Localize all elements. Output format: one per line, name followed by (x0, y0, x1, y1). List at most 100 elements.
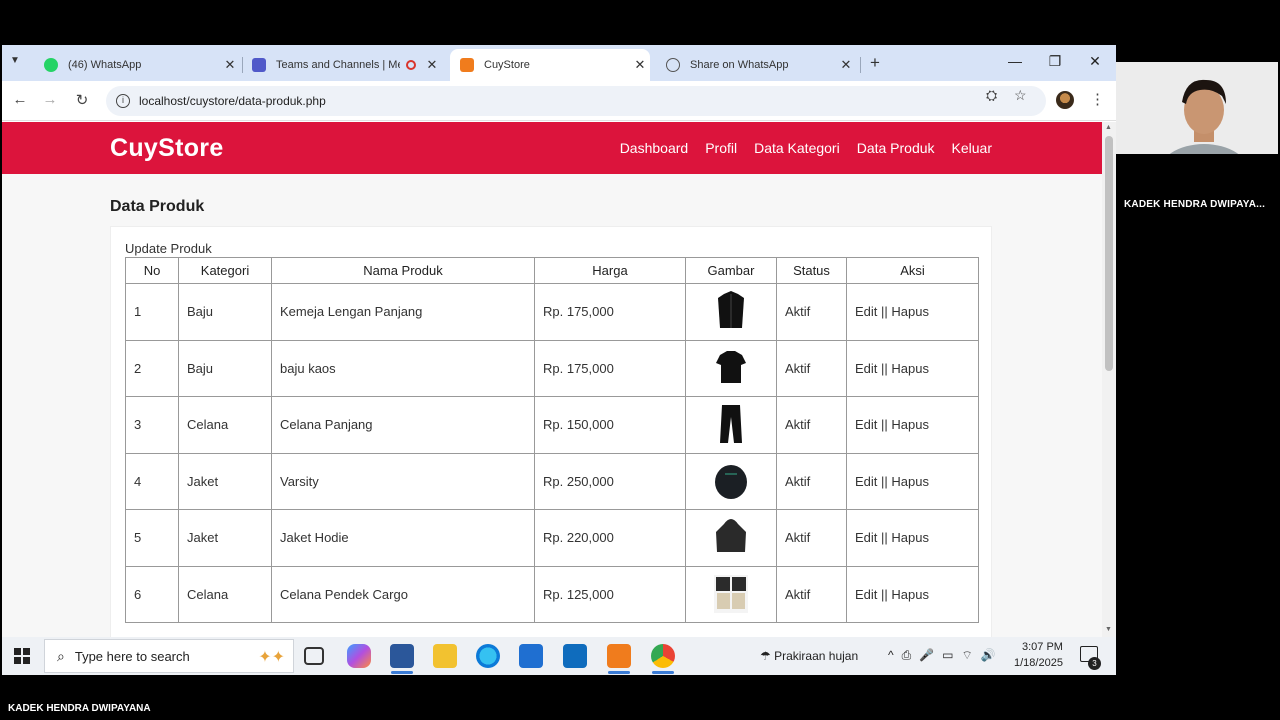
cell-status: Aktif (776, 565, 847, 623)
close-icon[interactable]: ✕ (220, 57, 240, 73)
profile-avatar[interactable] (1056, 91, 1074, 109)
forward-arrow-icon[interactable]: → (40, 91, 60, 108)
taskbar-search-box[interactable]: ⌕ Type here to search ✦✦ (44, 639, 294, 673)
nav-keluar[interactable]: Keluar (952, 140, 992, 156)
tab-title: Teams and Channels | Meet (276, 59, 400, 71)
restore-icon[interactable]: ❐ (1045, 53, 1065, 70)
participant-name: KADEK HENDRA DWIPAYA... (1124, 199, 1266, 210)
tshirt-image (716, 350, 746, 383)
store-icon[interactable] (519, 644, 543, 668)
cell-kategori: Jaket (178, 509, 272, 567)
cell-aksi[interactable]: Edit || Hapus (846, 452, 979, 510)
cell-nama-produk: Jaket Hodie (271, 509, 535, 567)
bookmark-star-icon[interactable]: ☆ (1014, 87, 1027, 104)
page-scrollbar[interactable]: ▲ ▼ (1102, 122, 1116, 637)
close-icon[interactable]: ✕ (836, 57, 856, 73)
cell-nama-produk: Celana Pendek Cargo (271, 565, 535, 623)
xampp-icon[interactable] (607, 644, 631, 668)
word-icon[interactable] (390, 644, 414, 668)
cell-harga: Rp. 250,000 (534, 452, 686, 510)
close-icon[interactable]: ✕ (422, 57, 442, 73)
nav-dashboard[interactable]: Dashboard (620, 140, 689, 156)
windows-taskbar: ⌕ Type here to search ✦✦ ☂ Prakiraan huj… (2, 637, 1116, 675)
cell-harga: Rp. 175,000 (534, 339, 686, 397)
scroll-up-icon[interactable]: ▲ (1105, 124, 1112, 131)
cell-gambar (685, 452, 777, 510)
cell-no: 1 (125, 283, 179, 341)
tab-separator (860, 57, 861, 73)
table-row: 2 Baju baju kaos Rp. 175,000 Aktif Edit || Ha… (125, 339, 979, 397)
system-tray[interactable]: ^⎙🎤▭⌔🔊 (888, 648, 1004, 663)
scroll-down-icon[interactable]: ▼ (1105, 626, 1112, 633)
cell-kategori: Celana (178, 565, 272, 623)
tab-teams[interactable]: Teams and Channels | Meet ✕ (242, 49, 442, 81)
url-text[interactable]: localhost/cuystore/data-produk.php (139, 94, 326, 108)
table-row: 6 Celana Celana Pendek Cargo Rp. 125,000 Akt… (125, 565, 979, 623)
cell-nama-produk: Celana Panjang (271, 396, 535, 454)
cell-aksi[interactable]: Edit || Hapus (846, 283, 979, 341)
clock-date[interactable]: 1/18/2025 (1014, 657, 1063, 669)
cell-aksi[interactable]: Edit || Hapus (846, 396, 979, 454)
tab-search-chevron-icon[interactable]: ▼ (10, 55, 20, 66)
scroll-thumb[interactable] (1105, 136, 1113, 371)
back-arrow-icon[interactable]: ← (10, 91, 30, 108)
outlook-icon[interactable] (563, 644, 587, 668)
clock-time[interactable]: 3:07 PM (1022, 641, 1063, 653)
weather-widget[interactable]: ☂ Prakiraan hujan (760, 649, 858, 663)
task-view-icon[interactable] (304, 647, 324, 665)
minimize-icon[interactable]: — (1005, 53, 1025, 69)
participant-video-icon (1116, 62, 1278, 154)
cell-gambar (685, 339, 777, 397)
cell-status: Aktif (776, 452, 847, 510)
table-row: 5 Jaket Jaket Hodie Rp. 220,000 Aktif Edit ||… (125, 509, 979, 567)
file-explorer-icon[interactable] (433, 644, 457, 668)
active-indicator (608, 671, 630, 674)
cell-kategori: Celana (178, 396, 272, 454)
recording-icon (406, 60, 416, 70)
site-logo[interactable]: CuyStore (110, 134, 224, 163)
cell-aksi[interactable]: Edit || Hapus (846, 509, 979, 567)
tab-title: (46) WhatsApp (68, 59, 142, 71)
reload-icon[interactable]: ↻ (72, 91, 92, 109)
weather-text: Prakiraan hujan (774, 649, 859, 663)
column-header: Gambar (685, 257, 777, 284)
new-tab-plus-icon[interactable]: + (870, 53, 880, 73)
cell-aksi[interactable]: Edit || Hapus (846, 339, 979, 397)
cell-aksi[interactable]: Edit || Hapus (846, 565, 979, 623)
cell-no: 5 (125, 509, 179, 567)
window-close-icon[interactable]: ✕ (1085, 53, 1105, 70)
translate-icon[interactable]: ⛭ (986, 87, 997, 104)
cell-nama-produk: Varsity (271, 452, 535, 510)
info-icon[interactable]: i (116, 94, 130, 108)
nav-data-kategori[interactable]: Data Kategori (754, 140, 840, 156)
shirt-image (718, 291, 744, 329)
menu-kebab-icon[interactable]: ⋮ (1090, 90, 1105, 108)
cell-gambar (685, 509, 777, 567)
edge-icon[interactable] (476, 644, 500, 668)
address-bar[interactable]: i localhost/cuystore/data-produk.php (106, 86, 1046, 116)
hoodie-image (716, 519, 746, 553)
cell-kategori: Jaket (178, 452, 272, 510)
cell-nama-produk: baju kaos (271, 339, 535, 397)
nav-data-produk[interactable]: Data Produk (857, 140, 935, 156)
tab-share-whatsapp[interactable]: Share on WhatsApp ✕ (656, 49, 856, 81)
chrome-icon[interactable] (651, 644, 675, 668)
cell-nama-produk: Kemeja Lengan Panjang (271, 283, 535, 341)
notification-badge: 3 (1088, 657, 1101, 670)
trousers-image (720, 405, 742, 444)
table-header-row: No Kategori Nama Produk Harga Gambar Sta… (125, 257, 979, 284)
active-indicator (652, 671, 674, 674)
tab-cuystore[interactable]: CuyStore ✕ (450, 49, 650, 81)
browser-toolbar: ← → ↻ i localhost/cuystore/data-produk.p… (2, 81, 1116, 121)
tab-title: CuyStore (484, 59, 530, 71)
close-icon[interactable]: ✕ (630, 57, 650, 73)
nav-profil[interactable]: Profil (705, 140, 737, 156)
cell-no: 6 (125, 565, 179, 623)
cell-no: 3 (125, 396, 179, 454)
cell-gambar (685, 396, 777, 454)
whatsapp-icon (44, 58, 58, 72)
windows-start-icon[interactable] (14, 648, 30, 664)
footer-name: KADEK HENDRA DWIPAYANA (8, 703, 151, 714)
tab-whatsapp[interactable]: (46) WhatsApp ✕ (34, 49, 240, 81)
copilot-icon[interactable] (347, 644, 371, 668)
